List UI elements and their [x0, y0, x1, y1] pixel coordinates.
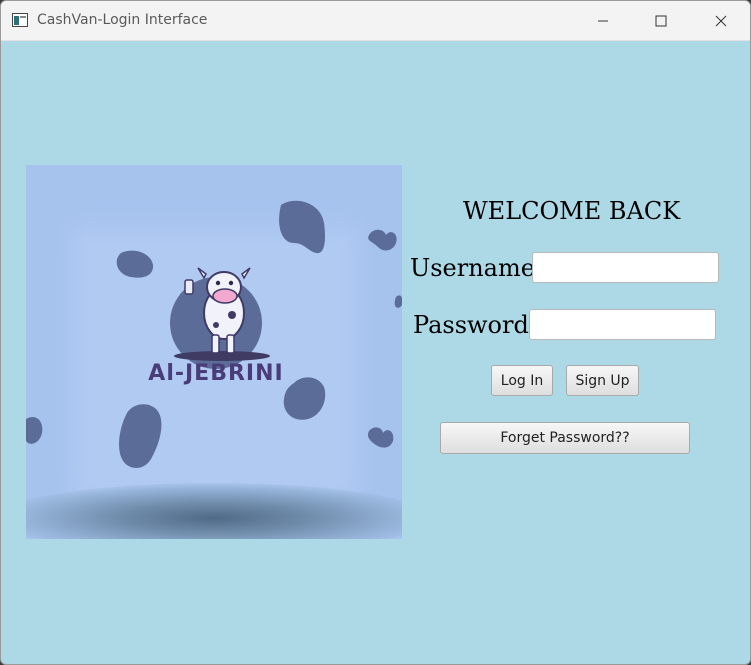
minimize-button[interactable]: [580, 1, 626, 40]
maximize-button[interactable]: [638, 1, 684, 40]
username-label: Username:: [410, 254, 544, 282]
app-window-icon: [12, 13, 28, 27]
forget-password-button[interactable]: Forget Password??: [440, 422, 690, 454]
minimize-icon: [598, 20, 608, 21]
password-field[interactable]: [529, 309, 716, 340]
signup-button[interactable]: Sign Up: [566, 365, 639, 396]
welcome-heading: WELCOME BACK: [463, 197, 681, 225]
close-icon: [715, 15, 727, 26]
brand-name-text: Al-JEBRINI: [148, 361, 284, 386]
brand-logo-image: Al-JEBRINI: [26, 165, 402, 539]
login-button[interactable]: Log In: [491, 365, 553, 396]
close-button[interactable]: [698, 1, 744, 40]
cow-spots-decoration: [26, 200, 402, 468]
title-bar[interactable]: CashVan-Login Interface: [1, 1, 750, 41]
maximize-icon: [655, 15, 667, 26]
username-field[interactable]: [532, 252, 719, 283]
password-label: Password:: [413, 311, 537, 339]
window-title: CashVan-Login Interface: [37, 12, 208, 28]
login-window: CashVan-Login Interface Al-JEBRINI WELCO…: [0, 0, 751, 665]
